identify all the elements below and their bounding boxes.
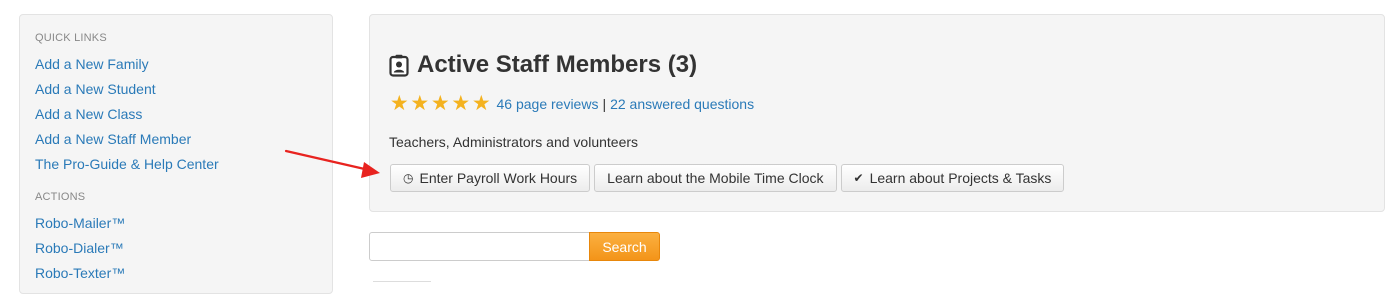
star-icon: ★ <box>410 92 430 115</box>
sidebar-link-add-class[interactable]: Add a New Class <box>35 102 317 127</box>
page-title: Active Staff Members (3) <box>389 50 697 80</box>
star-rating: ★ ★ ★ ★ ★ <box>389 92 492 115</box>
mobile-time-clock-label: Learn about the Mobile Time Clock <box>607 170 824 186</box>
sidebar-link-add-staff[interactable]: Add a New Staff Member <box>35 127 317 152</box>
star-icon: ★ <box>389 92 409 115</box>
sidebar-link-help-center[interactable]: The Pro-Guide & Help Center <box>35 152 317 177</box>
search-input[interactable] <box>369 232 590 261</box>
annotation-arrow-icon <box>284 149 380 178</box>
sidebar-link-add-student[interactable]: Add a New Student <box>35 77 317 102</box>
enter-payroll-hours-label: Enter Payroll Work Hours <box>419 170 578 186</box>
star-icon: ★ <box>451 92 471 115</box>
star-icon: ★ <box>430 92 450 115</box>
projects-tasks-label: Learn about Projects & Tasks <box>869 170 1052 186</box>
sidebar-link-robo-mailer[interactable]: Robo-Mailer™ <box>35 211 317 236</box>
page-title-text: Active Staff Members (3) <box>417 51 698 78</box>
sidebar-link-robo-texter[interactable]: Robo-Texter™ <box>35 261 317 286</box>
actions-heading: ACTIONS <box>35 191 86 203</box>
mobile-time-clock-button[interactable]: Learn about the Mobile Time Clock <box>594 164 837 192</box>
id-badge-icon <box>389 54 409 77</box>
sidebar-link-add-family[interactable]: Add a New Family <box>35 52 317 77</box>
clock-icon: ◷ <box>403 171 414 185</box>
panel-button-row: ◷ Enter Payroll Work Hours Learn about t… <box>390 164 1065 192</box>
sidebar-link-robo-dialer[interactable]: Robo-Dialer™ <box>35 236 317 261</box>
checkmark-icon: ✔ <box>853 171 864 185</box>
rating-separator: | <box>602 96 607 112</box>
rating-row: ★ ★ ★ ★ ★ 46 page reviews | 22 answered … <box>389 92 754 115</box>
page-reviews-link[interactable]: 46 page reviews <box>497 96 599 112</box>
panel-subtitle: Teachers, Administrators and volunteers <box>389 134 639 150</box>
search-button[interactable]: Search <box>589 232 660 261</box>
projects-tasks-button[interactable]: ✔ Learn about Projects & Tasks <box>840 164 1065 192</box>
star-icon: ★ <box>471 92 491 115</box>
staff-panel: Active Staff Members (3) ★ ★ ★ ★ ★ 46 pa… <box>369 14 1385 212</box>
quick-links-heading: QUICK LINKS <box>35 32 107 44</box>
enter-payroll-hours-button[interactable]: ◷ Enter Payroll Work Hours <box>390 164 591 192</box>
answered-questions-link[interactable]: 22 answered questions <box>610 96 754 112</box>
